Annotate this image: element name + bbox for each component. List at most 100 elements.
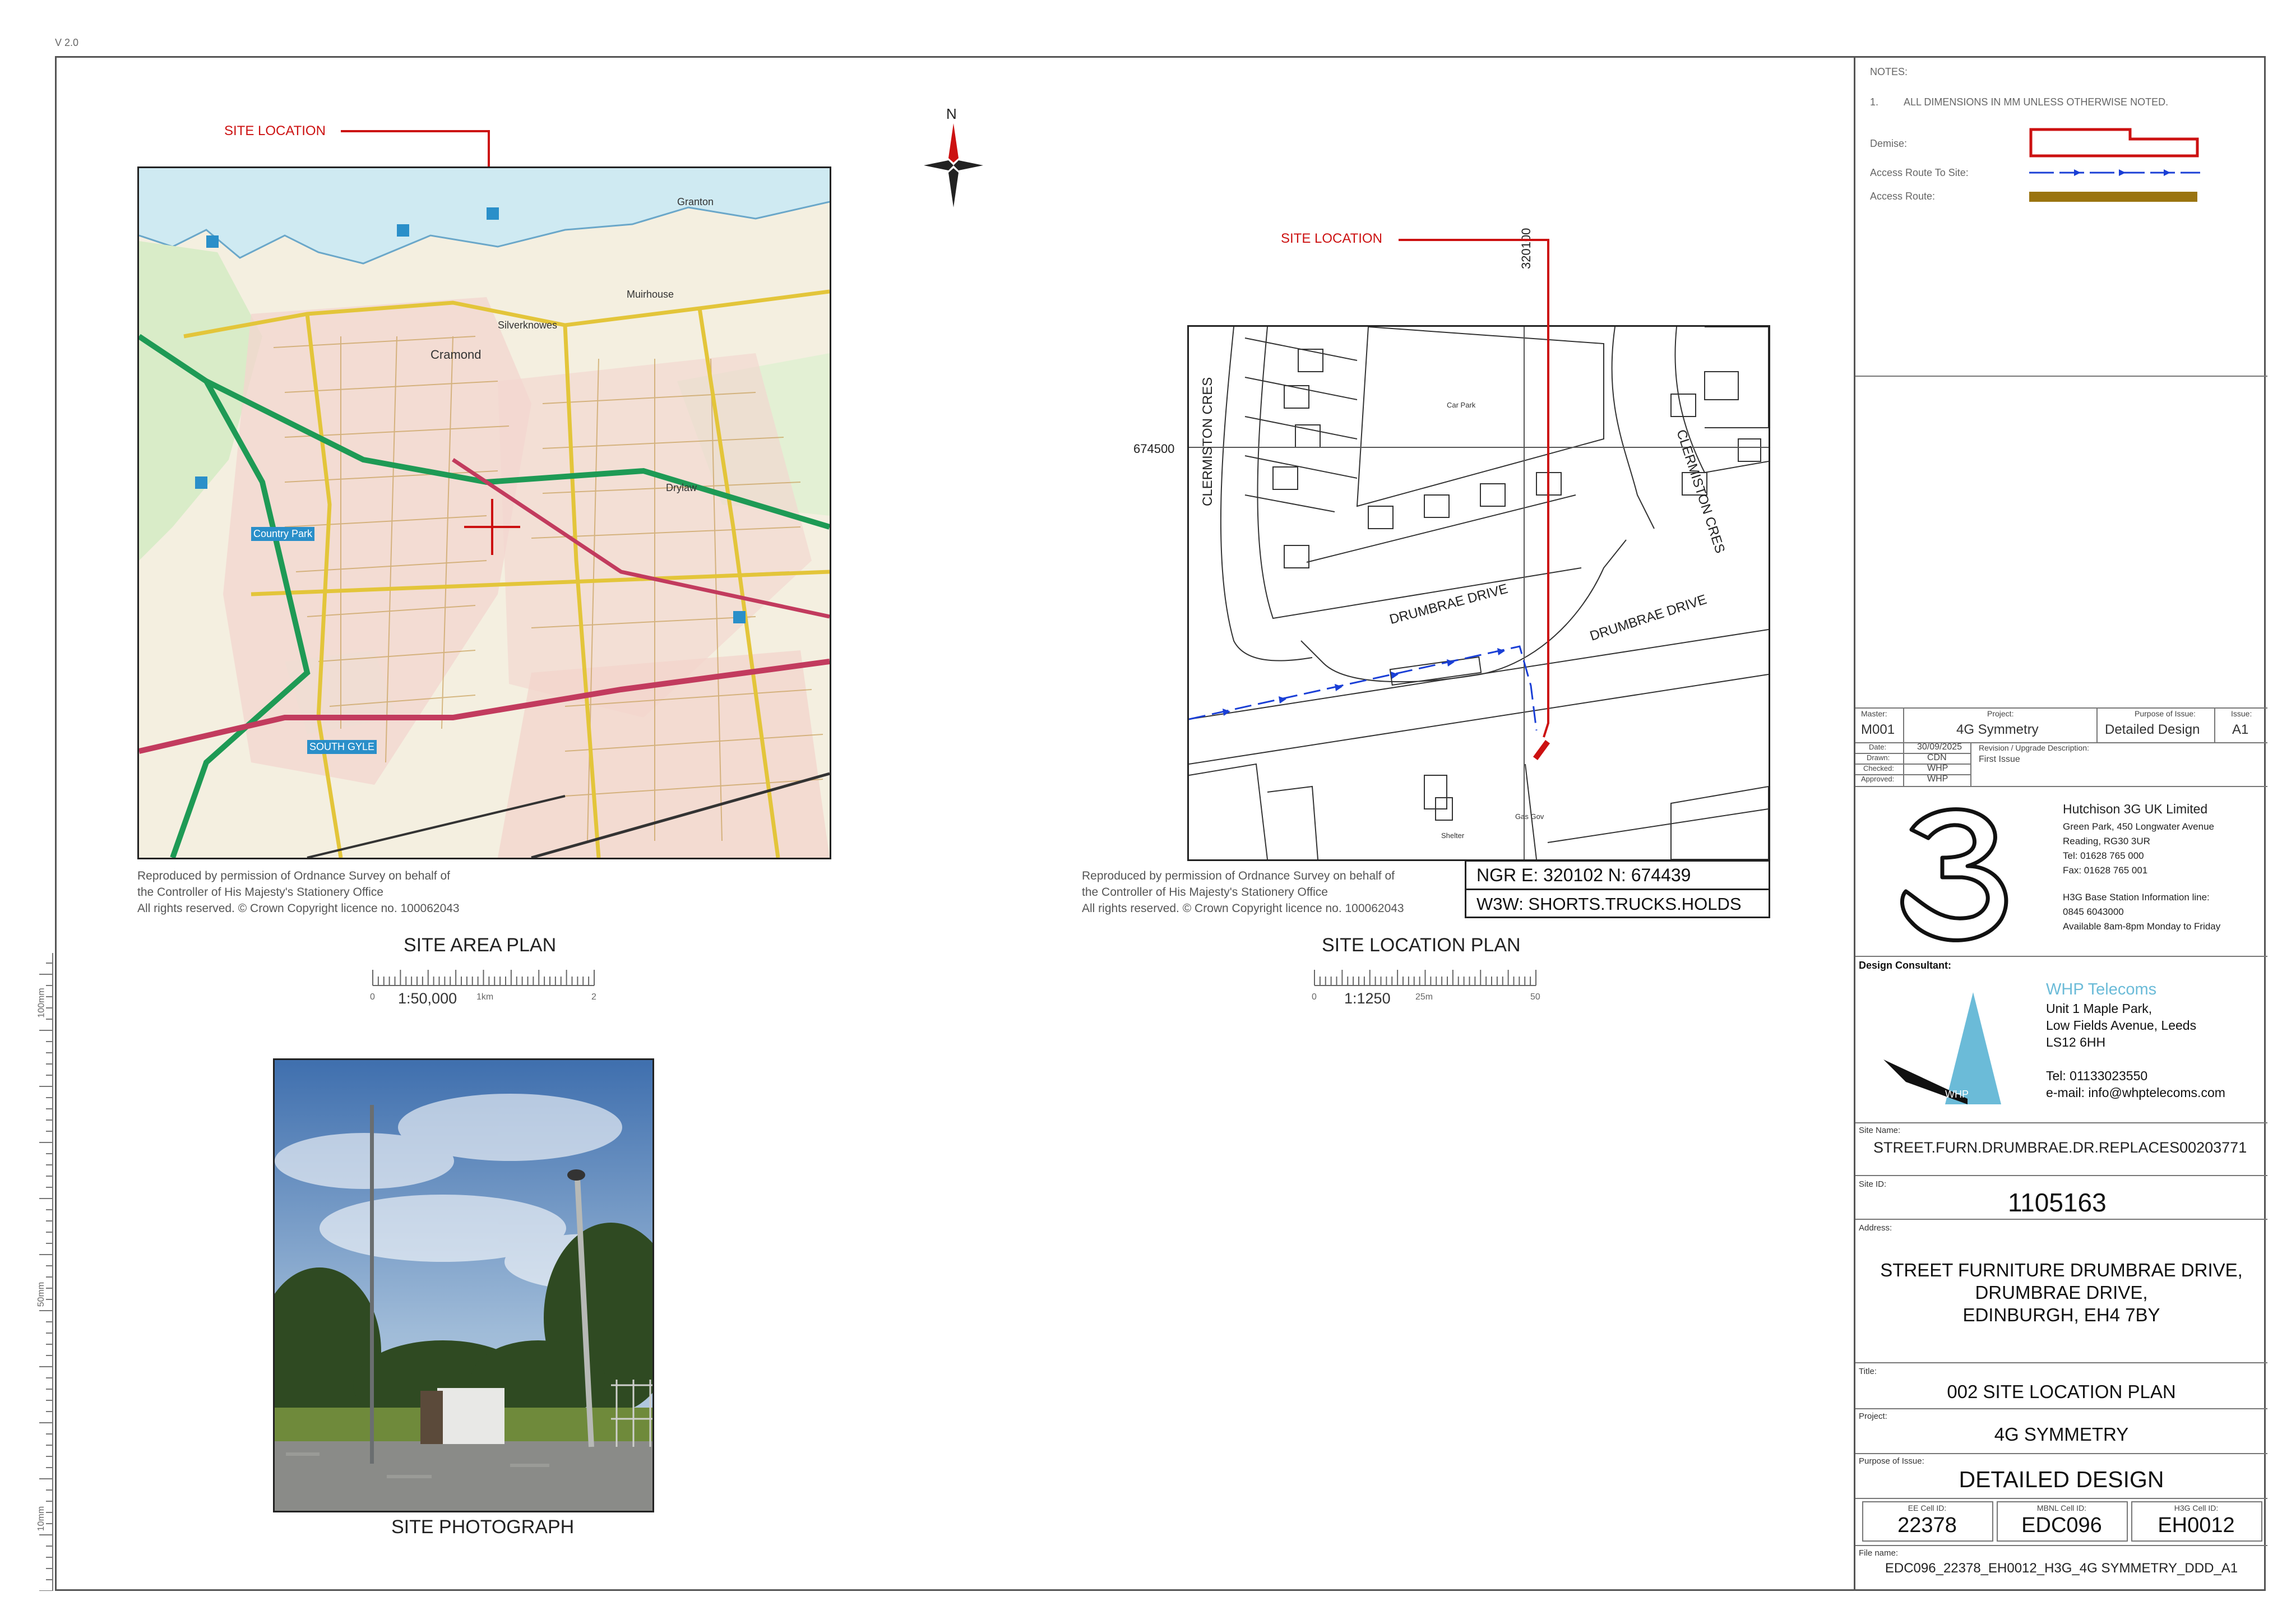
location-scale-tick-0: 0	[1312, 992, 1317, 1002]
margin-label-10: 10mm	[36, 1506, 47, 1532]
address-line-2: DRUMBRAE DRIVE,	[1975, 1282, 2148, 1303]
h3g-tel: Tel: 01628 765 000	[2063, 850, 2144, 861]
title-label: Title:	[1859, 1367, 1877, 1376]
location-scale-tick-mid: 25m	[1415, 992, 1433, 1002]
h3g-company: Hutchison 3G UK Limited	[2063, 802, 2208, 816]
whp-email: e-mail: info@whptelecoms.com	[2046, 1085, 2225, 1100]
purpose-value: Detailed Design	[2105, 722, 2200, 737]
site-id-value: 1105163	[2008, 1188, 2107, 1217]
issue-value: A1	[2232, 722, 2249, 737]
purpose-label: Purpose of Issue:	[2135, 709, 2196, 718]
note-1-number: 1.	[1870, 96, 1879, 108]
area-scale-ratio: 1:50,000	[398, 990, 457, 1007]
whp-tel: Tel: 01133023550	[2046, 1068, 2148, 1083]
title-block: NOTES: 1. ALL DIMENSIONS IN MM UNLESS OT…	[1854, 56, 2267, 1591]
area-site-location-label: SITE LOCATION	[224, 123, 326, 138]
ee-cell-label: EE Cell ID:	[1908, 1503, 1947, 1512]
issue-row: Master: M001 Project: 4G Symmetry Purpos…	[1855, 707, 2267, 742]
project-label: Project:	[1987, 709, 2014, 718]
ngr-w3w-box: NGR E: 320102 N: 674439 W3W: SHORTS.TRUC…	[1465, 860, 1770, 918]
area-plan-title: SITE AREA PLAN	[404, 934, 557, 956]
location-copyright: Reproduced by permission of Ordnance Sur…	[1082, 868, 1404, 917]
map-label-south-gyle: SOUTH GYLE	[307, 740, 377, 754]
h3g-details: Hutchison 3G UK Limited Green Park, 450 …	[2063, 802, 2220, 934]
site-name-label: Site Name:	[1859, 1126, 1901, 1135]
margin-scale: 100mm 50mm 10mm	[34, 953, 54, 1591]
checked-label: Checked:	[1863, 764, 1894, 772]
address-label: Address:	[1859, 1223, 1892, 1233]
version-label: V 2.0	[55, 37, 79, 48]
north-label: N	[946, 105, 957, 122]
notes-heading: NOTES:	[1870, 66, 1908, 77]
note-1-text: ALL DIMENSIONS IN MM UNLESS OTHERWISE NO…	[1904, 96, 2169, 108]
approved-label: Approved:	[1861, 775, 1895, 783]
area-scale-tick-end: 2	[591, 992, 596, 1002]
site-name-value: STREET.FURN.DRUMBRAE.DR.REPLACES00203771	[1873, 1139, 2247, 1156]
area-copyright-line-3: All rights reserved. © Crown Copyright l…	[137, 902, 460, 915]
map-label-silverknowes: Silverknowes	[498, 320, 558, 331]
whp-addr2: Low Fields Avenue, Leeds	[2046, 1018, 2197, 1033]
mbnl-cell-label: MBNL Cell ID:	[2036, 1503, 2087, 1512]
legend-access-to-site-label: Access Route To Site:	[1870, 167, 1969, 178]
ngr-value: NGR E: 320102 N: 674439	[1476, 865, 1691, 885]
w3w-value: W3W: SHORTS.TRUCKS.HOLDS	[1476, 894, 1742, 914]
project-value: 4G Symmetry	[1956, 722, 2039, 737]
design-consultant-label: Design Consultant:	[1859, 960, 1951, 971]
purpose2-label: Purpose of Issue:	[1859, 1456, 1924, 1466]
site-photograph[interactable]	[273, 1058, 654, 1512]
h3g-addr1: Green Park, 450 Longwater Avenue	[2063, 821, 2214, 832]
whp-addr3: LS12 6HH	[2046, 1035, 2106, 1049]
map-label-country-park: Country Park	[251, 527, 315, 541]
photo-caption: SITE PHOTOGRAPH	[391, 1516, 575, 1538]
map-note-shelter: Shelter	[1441, 831, 1465, 840]
map-note-gas-gov: Gas Gov	[1515, 812, 1544, 821]
map-label-muirhouse: Muirhouse	[627, 289, 674, 300]
whp-addr1: Unit 1 Maple Park,	[2046, 1001, 2152, 1016]
whp-name: WHP Telecoms	[2046, 980, 2157, 998]
title-value: 002 SITE LOCATION PLAN	[1947, 1381, 2176, 1402]
purpose2-value: DETAILED DESIGN	[1959, 1466, 2164, 1492]
north-arrow-icon	[924, 123, 983, 207]
checked-value: WHP	[1927, 764, 1948, 773]
h3g-info-line: H3G Base Station Information line:	[2063, 892, 2210, 903]
site-area-map[interactable]: Cramond Country Park Silverknowes Muirho…	[137, 166, 831, 859]
area-copyright: Reproduced by permission of Ordnance Sur…	[137, 868, 460, 917]
cell-id-row: EE Cell ID: 22378 MBNL Cell ID: EDC096 H…	[1855, 1498, 2267, 1543]
location-plan-title: SITE LOCATION PLAN	[1322, 934, 1521, 956]
map-label-cramond: Cramond	[430, 348, 482, 362]
location-site-location-label: SITE LOCATION	[1281, 231, 1382, 246]
whp-logo-text: WHP	[1945, 1089, 1969, 1100]
margin-label-50: 50mm	[36, 1281, 47, 1307]
location-scale-bar	[1314, 970, 1536, 986]
h3g-cell-value: EH0012	[2158, 1514, 2235, 1537]
location-copyright-line-3: All rights reserved. © Crown Copyright l…	[1082, 902, 1404, 915]
northing-label: 674500	[1133, 442, 1175, 456]
h3g-hours: Available 8am-8pm Monday to Friday	[2063, 921, 2221, 932]
legend-access-route-swatch	[2029, 192, 2197, 202]
site-id-label: Site ID:	[1859, 1179, 1887, 1189]
file-name-value: EDC096_22378_EH0012_H3G_4G SYMMETRY_DDD_…	[1885, 1561, 2238, 1576]
project2-value: 4G SYMMETRY	[1994, 1424, 2129, 1445]
margin-label-100: 100mm	[36, 988, 47, 1018]
drawn-label: Drawn:	[1867, 753, 1890, 762]
ee-cell-value: 22378	[1897, 1514, 1957, 1537]
map-label-drylaw: Drylaw	[666, 482, 697, 493]
legend-demise-label: Demise:	[1870, 138, 1908, 149]
revision-label: Revision / Upgrade Description:	[1979, 743, 2089, 752]
date-label: Date:	[1869, 743, 1887, 751]
date-value: 30/09/2025	[1917, 742, 1962, 752]
area-scale-tick-0: 0	[370, 992, 375, 1002]
map-label-granton: Granton	[677, 196, 714, 207]
address-line-1: STREET FURNITURE DRUMBRAE DRIVE,	[1880, 1260, 2243, 1280]
h3g-cell-label: H3G Cell ID:	[2174, 1503, 2219, 1512]
location-scale-tick-end: 50	[1530, 992, 1540, 1002]
location-site-location-leader	[1399, 239, 1549, 738]
street-label-clermiston-west: CLERMISTON CRES	[1200, 377, 1215, 506]
address-line-3: EDINBURGH, EH4 7BY	[1962, 1304, 2160, 1325]
h3g-info-number: 0845 6043000	[2063, 906, 2124, 917]
three-logo-icon	[1900, 807, 2008, 942]
legend-demise-swatch	[2029, 128, 2199, 158]
area-copyright-line-1: Reproduced by permission of Ordnance Sur…	[137, 869, 450, 882]
mbnl-cell-value: EDC096	[2021, 1514, 2102, 1537]
master-label: Master:	[1861, 709, 1887, 718]
